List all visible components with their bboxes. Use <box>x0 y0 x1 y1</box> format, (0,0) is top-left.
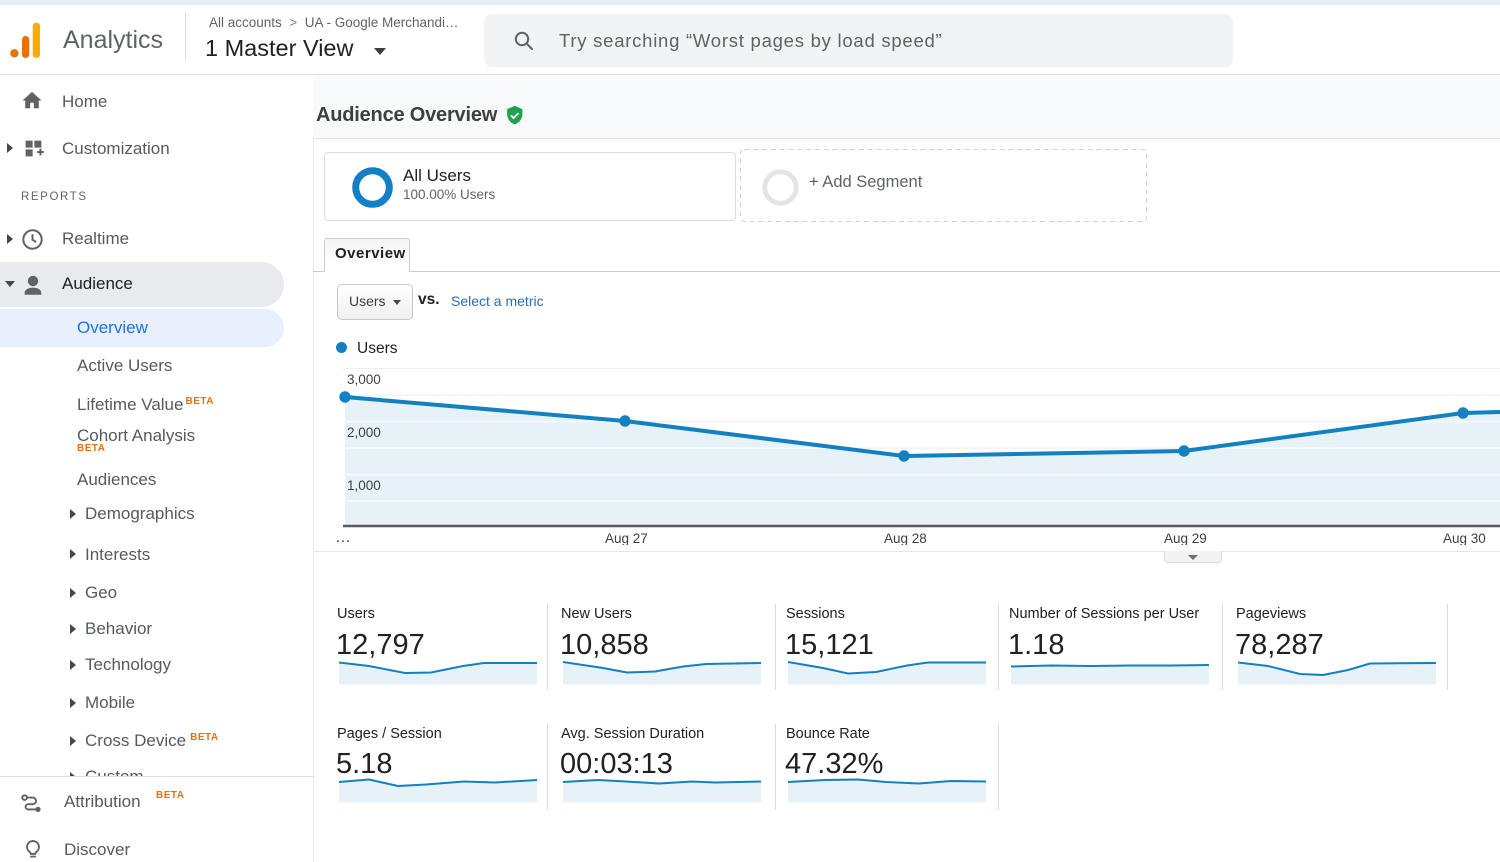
svg-text:Aug 27: Aug 27 <box>605 531 648 545</box>
svg-text:2,000: 2,000 <box>347 425 381 440</box>
svg-text:1,000: 1,000 <box>347 478 381 493</box>
svg-text:…: … <box>335 529 351 545</box>
svg-text:Aug 29: Aug 29 <box>1164 531 1207 545</box>
svg-text:Aug 30: Aug 30 <box>1443 531 1486 545</box>
svg-text:Aug 28: Aug 28 <box>884 531 927 545</box>
svg-text:3,000: 3,000 <box>347 372 381 387</box>
